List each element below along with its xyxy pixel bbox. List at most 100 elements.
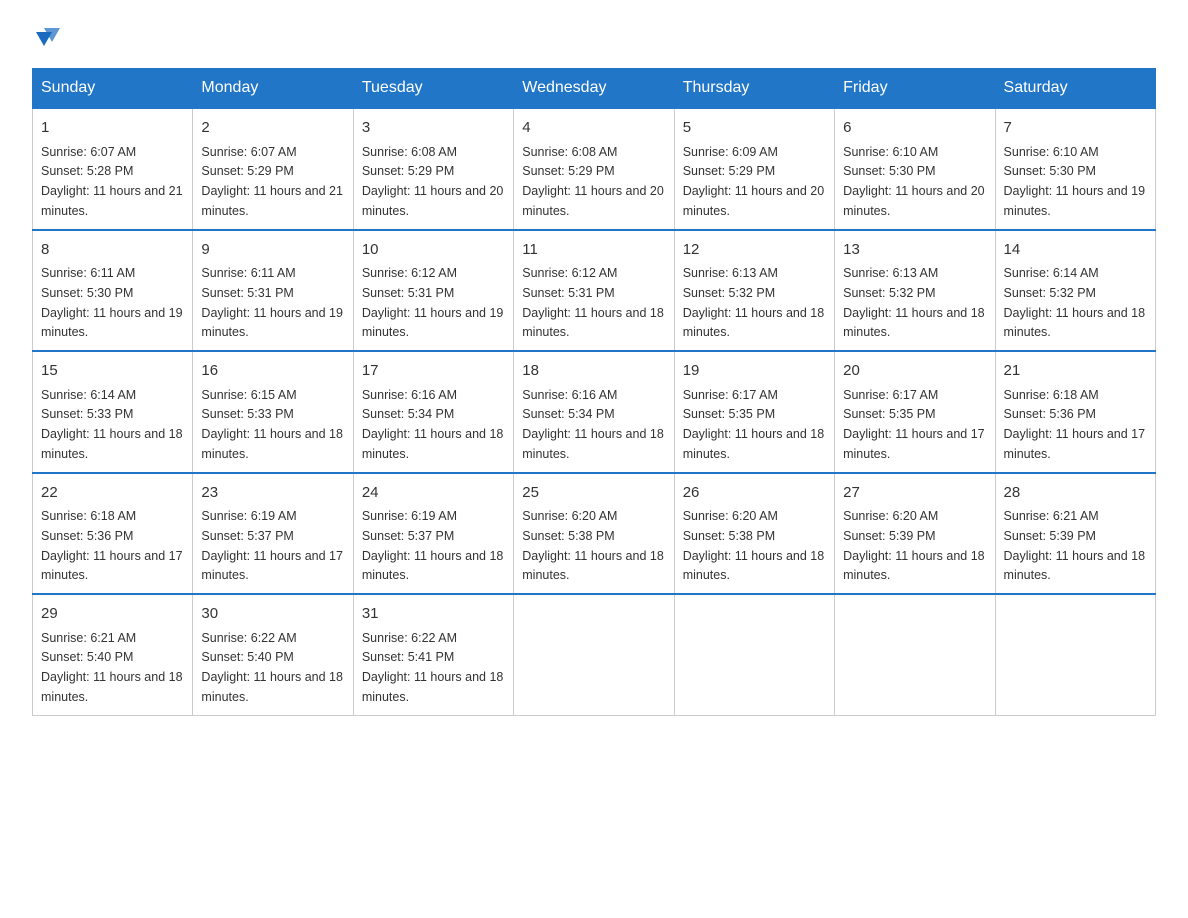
day-sunset: Sunset: 5:38 PM — [683, 529, 775, 543]
day-number: 16 — [201, 360, 344, 383]
day-daylight: Daylight: 11 hours and 18 minutes. — [362, 427, 504, 461]
week-row-1: 1 Sunrise: 6:07 AM Sunset: 5:28 PM Dayli… — [33, 108, 1156, 230]
day-number: 19 — [683, 360, 826, 383]
week-row-5: 29 Sunrise: 6:21 AM Sunset: 5:40 PM Dayl… — [33, 594, 1156, 715]
day-number: 1 — [41, 117, 184, 140]
day-sunrise: Sunrise: 6:08 AM — [522, 145, 617, 159]
day-number: 22 — [41, 482, 184, 505]
calendar-cell: 30 Sunrise: 6:22 AM Sunset: 5:40 PM Dayl… — [193, 594, 353, 715]
calendar-cell: 14 Sunrise: 6:14 AM Sunset: 5:32 PM Dayl… — [995, 230, 1155, 352]
day-daylight: Daylight: 11 hours and 19 minutes. — [41, 306, 183, 340]
day-sunset: Sunset: 5:29 PM — [683, 164, 775, 178]
day-daylight: Daylight: 11 hours and 21 minutes. — [201, 184, 343, 218]
day-number: 26 — [683, 482, 826, 505]
day-sunrise: Sunrise: 6:22 AM — [362, 631, 457, 645]
calendar-cell: 8 Sunrise: 6:11 AM Sunset: 5:30 PM Dayli… — [33, 230, 193, 352]
day-sunrise: Sunrise: 6:13 AM — [843, 266, 938, 280]
calendar-cell: 24 Sunrise: 6:19 AM Sunset: 5:37 PM Dayl… — [353, 473, 513, 595]
header-tuesday: Tuesday — [353, 69, 513, 109]
day-sunset: Sunset: 5:32 PM — [843, 286, 935, 300]
day-sunset: Sunset: 5:31 PM — [362, 286, 454, 300]
header-wednesday: Wednesday — [514, 69, 674, 109]
day-sunrise: Sunrise: 6:17 AM — [683, 388, 778, 402]
day-daylight: Daylight: 11 hours and 18 minutes. — [1004, 306, 1146, 340]
day-daylight: Daylight: 11 hours and 18 minutes. — [522, 427, 664, 461]
calendar-table: SundayMondayTuesdayWednesdayThursdayFrid… — [32, 68, 1156, 716]
calendar-cell: 23 Sunrise: 6:19 AM Sunset: 5:37 PM Dayl… — [193, 473, 353, 595]
day-daylight: Daylight: 11 hours and 18 minutes. — [362, 549, 504, 583]
day-number: 13 — [843, 239, 986, 262]
day-number: 21 — [1004, 360, 1147, 383]
day-sunrise: Sunrise: 6:21 AM — [41, 631, 136, 645]
day-sunrise: Sunrise: 6:10 AM — [1004, 145, 1099, 159]
day-sunset: Sunset: 5:29 PM — [522, 164, 614, 178]
calendar-header-row: SundayMondayTuesdayWednesdayThursdayFrid… — [33, 69, 1156, 109]
logo-icon — [34, 24, 62, 52]
day-number: 27 — [843, 482, 986, 505]
calendar-cell: 20 Sunrise: 6:17 AM Sunset: 5:35 PM Dayl… — [835, 351, 995, 473]
day-sunrise: Sunrise: 6:10 AM — [843, 145, 938, 159]
day-daylight: Daylight: 11 hours and 19 minutes. — [201, 306, 343, 340]
day-sunset: Sunset: 5:29 PM — [362, 164, 454, 178]
calendar-cell — [514, 594, 674, 715]
calendar-cell: 15 Sunrise: 6:14 AM Sunset: 5:33 PM Dayl… — [33, 351, 193, 473]
day-number: 25 — [522, 482, 665, 505]
day-daylight: Daylight: 11 hours and 20 minutes. — [522, 184, 664, 218]
day-daylight: Daylight: 11 hours and 18 minutes. — [41, 427, 183, 461]
calendar-cell: 26 Sunrise: 6:20 AM Sunset: 5:38 PM Dayl… — [674, 473, 834, 595]
day-number: 10 — [362, 239, 505, 262]
calendar-cell: 11 Sunrise: 6:12 AM Sunset: 5:31 PM Dayl… — [514, 230, 674, 352]
day-sunrise: Sunrise: 6:11 AM — [201, 266, 295, 280]
day-sunset: Sunset: 5:32 PM — [1004, 286, 1096, 300]
calendar-cell: 9 Sunrise: 6:11 AM Sunset: 5:31 PM Dayli… — [193, 230, 353, 352]
day-daylight: Daylight: 11 hours and 18 minutes. — [201, 427, 343, 461]
calendar-cell — [674, 594, 834, 715]
day-sunrise: Sunrise: 6:16 AM — [362, 388, 457, 402]
day-sunset: Sunset: 5:33 PM — [201, 407, 293, 421]
week-row-3: 15 Sunrise: 6:14 AM Sunset: 5:33 PM Dayl… — [33, 351, 1156, 473]
calendar-cell: 6 Sunrise: 6:10 AM Sunset: 5:30 PM Dayli… — [835, 108, 995, 230]
day-daylight: Daylight: 11 hours and 19 minutes. — [1004, 184, 1146, 218]
day-daylight: Daylight: 11 hours and 18 minutes. — [683, 427, 825, 461]
day-number: 2 — [201, 117, 344, 140]
day-sunset: Sunset: 5:39 PM — [843, 529, 935, 543]
day-number: 20 — [843, 360, 986, 383]
calendar-cell: 16 Sunrise: 6:15 AM Sunset: 5:33 PM Dayl… — [193, 351, 353, 473]
day-sunrise: Sunrise: 6:14 AM — [1004, 266, 1099, 280]
day-sunset: Sunset: 5:28 PM — [41, 164, 133, 178]
day-daylight: Daylight: 11 hours and 18 minutes. — [362, 670, 504, 704]
day-sunset: Sunset: 5:33 PM — [41, 407, 133, 421]
day-daylight: Daylight: 11 hours and 18 minutes. — [522, 549, 664, 583]
day-daylight: Daylight: 11 hours and 18 minutes. — [683, 549, 825, 583]
day-number: 31 — [362, 603, 505, 626]
day-sunrise: Sunrise: 6:09 AM — [683, 145, 778, 159]
day-daylight: Daylight: 11 hours and 18 minutes. — [683, 306, 825, 340]
day-sunrise: Sunrise: 6:12 AM — [522, 266, 617, 280]
day-sunrise: Sunrise: 6:14 AM — [41, 388, 136, 402]
day-number: 30 — [201, 603, 344, 626]
day-daylight: Daylight: 11 hours and 21 minutes. — [41, 184, 183, 218]
day-daylight: Daylight: 11 hours and 18 minutes. — [201, 670, 343, 704]
day-daylight: Daylight: 11 hours and 17 minutes. — [41, 549, 183, 583]
day-sunrise: Sunrise: 6:07 AM — [41, 145, 136, 159]
day-sunset: Sunset: 5:31 PM — [201, 286, 293, 300]
calendar-cell — [835, 594, 995, 715]
calendar-cell: 12 Sunrise: 6:13 AM Sunset: 5:32 PM Dayl… — [674, 230, 834, 352]
day-number: 9 — [201, 239, 344, 262]
day-number: 5 — [683, 117, 826, 140]
day-daylight: Daylight: 11 hours and 20 minutes. — [843, 184, 985, 218]
day-number: 29 — [41, 603, 184, 626]
day-daylight: Daylight: 11 hours and 18 minutes. — [1004, 549, 1146, 583]
header-friday: Friday — [835, 69, 995, 109]
day-sunrise: Sunrise: 6:11 AM — [41, 266, 135, 280]
calendar-cell: 25 Sunrise: 6:20 AM Sunset: 5:38 PM Dayl… — [514, 473, 674, 595]
day-number: 4 — [522, 117, 665, 140]
calendar-cell: 21 Sunrise: 6:18 AM Sunset: 5:36 PM Dayl… — [995, 351, 1155, 473]
calendar-cell: 10 Sunrise: 6:12 AM Sunset: 5:31 PM Dayl… — [353, 230, 513, 352]
day-sunrise: Sunrise: 6:13 AM — [683, 266, 778, 280]
day-number: 17 — [362, 360, 505, 383]
day-number: 6 — [843, 117, 986, 140]
calendar-cell: 19 Sunrise: 6:17 AM Sunset: 5:35 PM Dayl… — [674, 351, 834, 473]
calendar-cell: 13 Sunrise: 6:13 AM Sunset: 5:32 PM Dayl… — [835, 230, 995, 352]
calendar-cell: 22 Sunrise: 6:18 AM Sunset: 5:36 PM Dayl… — [33, 473, 193, 595]
